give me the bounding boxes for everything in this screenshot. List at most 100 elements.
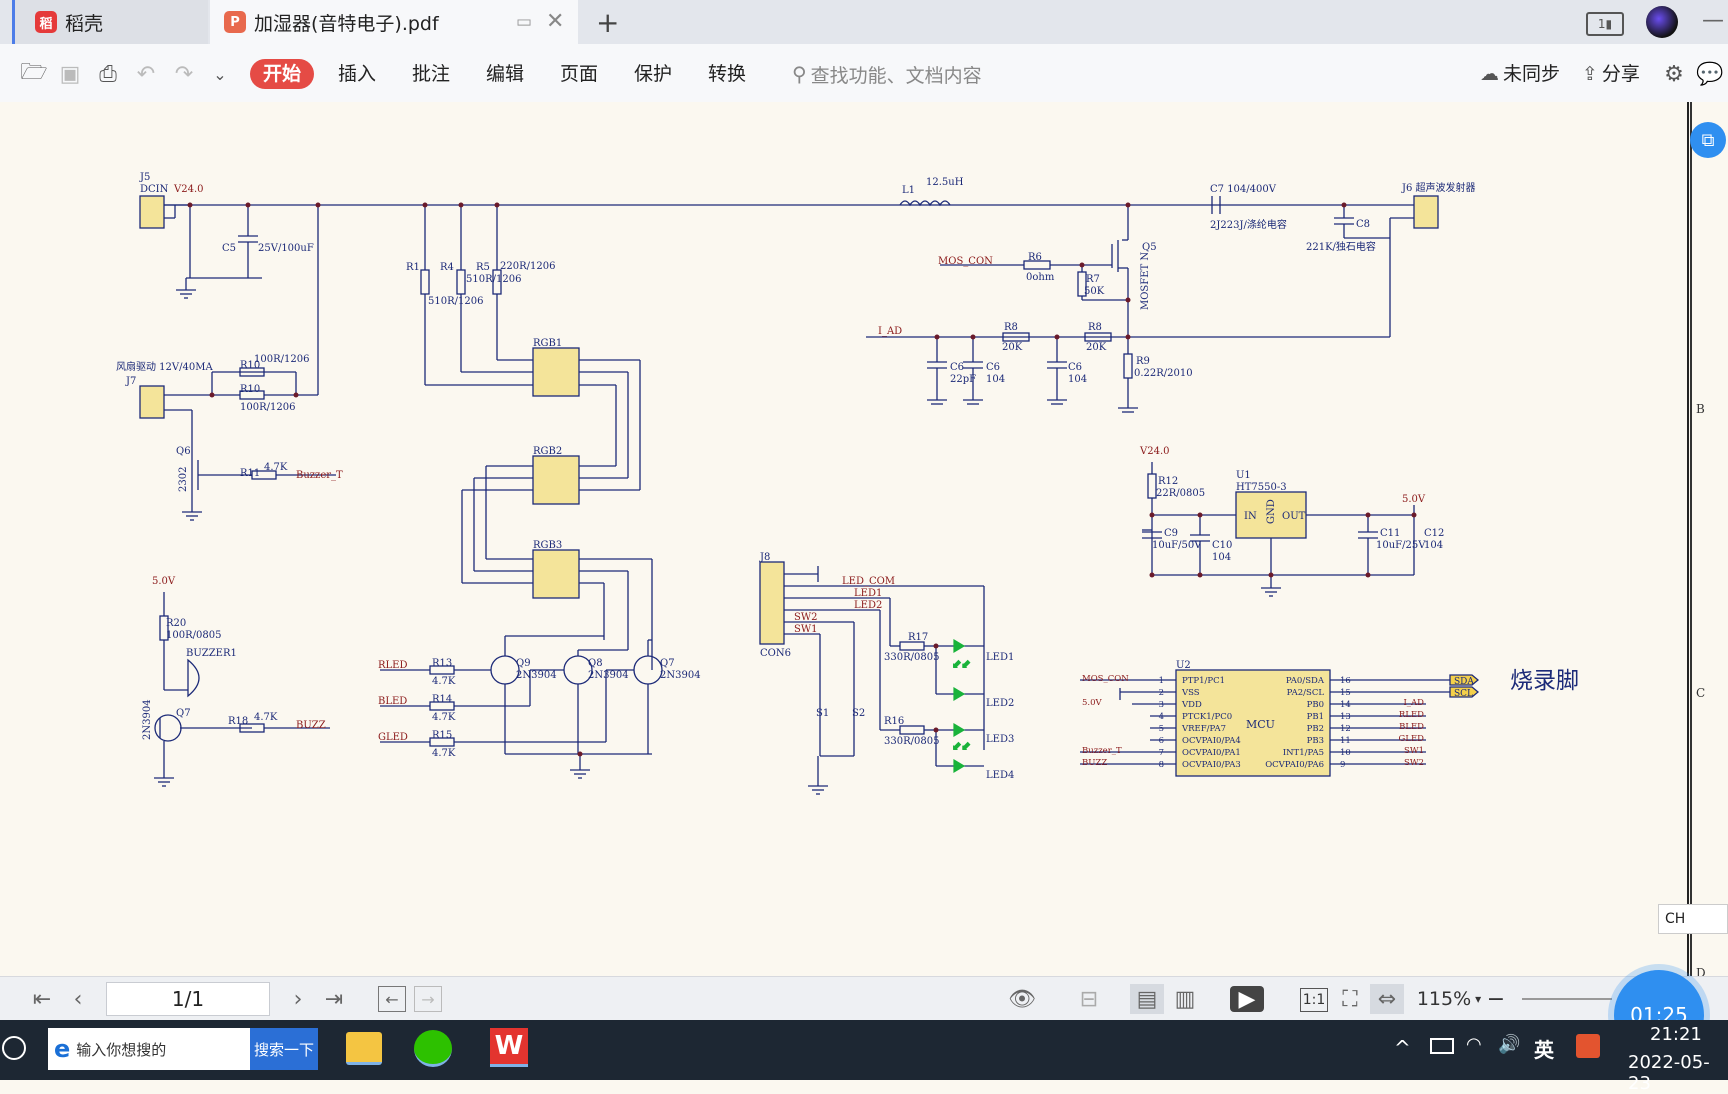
single-page-icon[interactable]: ▤ xyxy=(1130,984,1164,1014)
save-icon[interactable]: ▣ xyxy=(56,60,84,88)
tab-pdf-document[interactable]: P 加湿器(音特电子).pdf ▭ ✕ xyxy=(210,0,578,44)
wps-icon[interactable]: W xyxy=(490,1028,528,1067)
wifi-icon[interactable]: ◠ xyxy=(1466,1034,1482,1055)
clock-date[interactable]: 2022-05-23 xyxy=(1628,1052,1728,1094)
minimize-icon[interactable]: — xyxy=(1702,8,1724,33)
r8a-label: R8 xyxy=(1004,322,1018,333)
wps-tray-icon[interactable] xyxy=(1576,1034,1600,1058)
menu-convert[interactable]: 转换 xyxy=(708,59,746,89)
u2-right-pin-number: 12 xyxy=(1340,724,1351,734)
wechat-icon[interactable] xyxy=(414,1030,452,1067)
q6-type: 2302 xyxy=(178,467,189,492)
play-slideshow-icon[interactable]: ▶ xyxy=(1230,986,1264,1012)
r10b-value: 100R/1206 xyxy=(240,402,295,413)
menu-edit[interactable]: 编辑 xyxy=(486,59,524,89)
u2-right-net-label: SW2 xyxy=(1404,758,1424,768)
last-page-icon[interactable]: ⇥ xyxy=(322,984,346,1014)
close-tab-icon[interactable]: ✕ xyxy=(546,9,564,34)
prev-page-icon[interactable]: ‹ xyxy=(66,984,90,1014)
clock-time[interactable]: 21:21 xyxy=(1650,1024,1702,1045)
avatar[interactable] xyxy=(1646,6,1678,38)
battery-icon[interactable] xyxy=(1430,1038,1454,1054)
u2-left-net-label: Buzzer_T xyxy=(1082,746,1122,756)
ime-indicator[interactable]: CH xyxy=(1658,904,1728,934)
first-page-icon[interactable]: ⇤ xyxy=(30,984,54,1014)
share-button[interactable]: ⇪ 分享 xyxy=(1582,59,1640,89)
page-number-input[interactable]: 1/1 xyxy=(106,982,270,1016)
margin-letter-c: C xyxy=(1696,686,1706,700)
show-hidden-icons-chevron-icon[interactable]: ^ xyxy=(1394,1036,1411,1060)
double-page-icon[interactable]: ▥ xyxy=(1168,984,1202,1014)
ht-label: HT7550-3 xyxy=(1236,482,1287,493)
u2-left-pin-label: VREF/PA7 xyxy=(1181,724,1226,734)
r8b-label: R8 xyxy=(1088,322,1102,333)
search-icon: ⚲ xyxy=(792,62,807,86)
r6-value: 0ohm xyxy=(1026,272,1055,283)
r1-value: 510R/1206 xyxy=(428,296,483,307)
fit-page-icon[interactable]: ⊟ xyxy=(1074,984,1104,1014)
sync-button[interactable]: ☁ 未同步 xyxy=(1480,59,1560,89)
fit-width-icon[interactable]: ⇔ xyxy=(1370,984,1404,1014)
u2-left-pin-number: 7 xyxy=(1159,748,1164,758)
menu-insert[interactable]: 插入 xyxy=(338,59,376,89)
document-canvas[interactable]: ⇙⇙ ⇙⇙ J5 DCIN V24.0 C5 25V/100uF 风扇驱动 12V… xyxy=(0,102,1690,976)
zoom-select[interactable]: 115% ▾ xyxy=(1414,984,1484,1014)
c8-label: C8 xyxy=(1356,219,1370,230)
print-icon[interactable]: ⎙ xyxy=(94,60,122,88)
cloud-sync-icon: ☁ xyxy=(1480,63,1499,85)
page-view-icon[interactable]: 1▮ xyxy=(1586,12,1624,36)
s1-label: S1 xyxy=(816,708,829,719)
v50b-label: 5.0V xyxy=(1402,494,1426,505)
c6a-label: C6 xyxy=(950,362,964,373)
r11-label: R11 xyxy=(240,468,260,479)
c7-desc: 2J223J/涤纶电容 xyxy=(1210,218,1287,231)
u2-left-pin-number: 3 xyxy=(1159,700,1164,710)
daoke-logo-icon: 稻 xyxy=(35,11,57,33)
cortana-icon[interactable] xyxy=(2,1036,26,1060)
r15-label: R15 xyxy=(432,730,452,741)
c6b-label: C6 xyxy=(986,362,1000,373)
u2-left-pin-number: 5 xyxy=(1159,724,1164,734)
r12-label: R12 xyxy=(1158,476,1178,487)
taskbar-search-placeholder: 输入你想搜的 xyxy=(76,1040,167,1059)
settings-gear-icon[interactable]: ⚙ xyxy=(1660,60,1688,88)
menu-annotate[interactable]: 批注 xyxy=(412,59,450,89)
forward-view-icon[interactable]: → xyxy=(414,986,442,1012)
feature-search-input[interactable]: ⚲ 查找功能、文档内容 xyxy=(792,60,1012,88)
share-icon: ⇪ xyxy=(1582,63,1598,85)
menu-page[interactable]: 页面 xyxy=(560,59,598,89)
s2-label: S2 xyxy=(852,708,865,719)
floating-image-tool-icon[interactable]: ⧉ xyxy=(1690,122,1726,158)
menu-start[interactable]: 开始 xyxy=(250,59,314,89)
more-chevron-down-icon[interactable]: ⌄ xyxy=(206,60,234,88)
new-tab-icon[interactable]: + xyxy=(596,6,619,39)
eye-view-mode-icon[interactable]: 👁 xyxy=(1002,984,1042,1014)
zoom-out-icon[interactable]: − xyxy=(1484,984,1508,1014)
q7-type: 2N3904 xyxy=(660,670,701,681)
zoom-slider[interactable] xyxy=(1522,998,1612,1000)
undo-icon[interactable]: ↶ xyxy=(132,60,160,88)
r9-value: 0.22R/2010 xyxy=(1134,368,1193,379)
ime-mode[interactable]: 英 xyxy=(1534,1034,1554,1063)
u2-left-pin-label: OCVPAI0/PA4 xyxy=(1182,736,1241,746)
file-explorer-icon[interactable] xyxy=(346,1032,382,1065)
comment-icon[interactable]: 💬 xyxy=(1696,60,1724,88)
back-view-icon[interactable]: ← xyxy=(378,986,406,1012)
led3-label: LED3 xyxy=(986,734,1014,745)
u2-right-pin-number: 10 xyxy=(1340,748,1351,758)
fit-window-icon[interactable]: ⛶ xyxy=(1336,984,1364,1014)
menu-protect[interactable]: 保护 xyxy=(634,59,672,89)
c5-label: C5 xyxy=(222,243,236,254)
zoom-value: 115% xyxy=(1416,988,1472,1010)
open-folder-icon[interactable]: 🗁 xyxy=(20,60,48,88)
r4-label: R4 xyxy=(440,262,454,273)
led4-label: LED4 xyxy=(986,770,1014,781)
actual-size-icon[interactable]: 1:1 xyxy=(1300,988,1328,1012)
next-page-icon[interactable]: › xyxy=(286,984,310,1014)
pin-window-icon[interactable]: ▭ xyxy=(516,12,532,32)
u2-right-pin-label: INT1/PA5 xyxy=(1283,748,1324,758)
taskbar-search-button[interactable]: 搜索一下 xyxy=(250,1028,318,1070)
volume-icon[interactable]: 🔊 xyxy=(1498,1034,1520,1055)
tab-daoke[interactable]: 稻 稻壳 xyxy=(12,0,208,44)
redo-icon[interactable]: ↷ xyxy=(170,60,198,88)
